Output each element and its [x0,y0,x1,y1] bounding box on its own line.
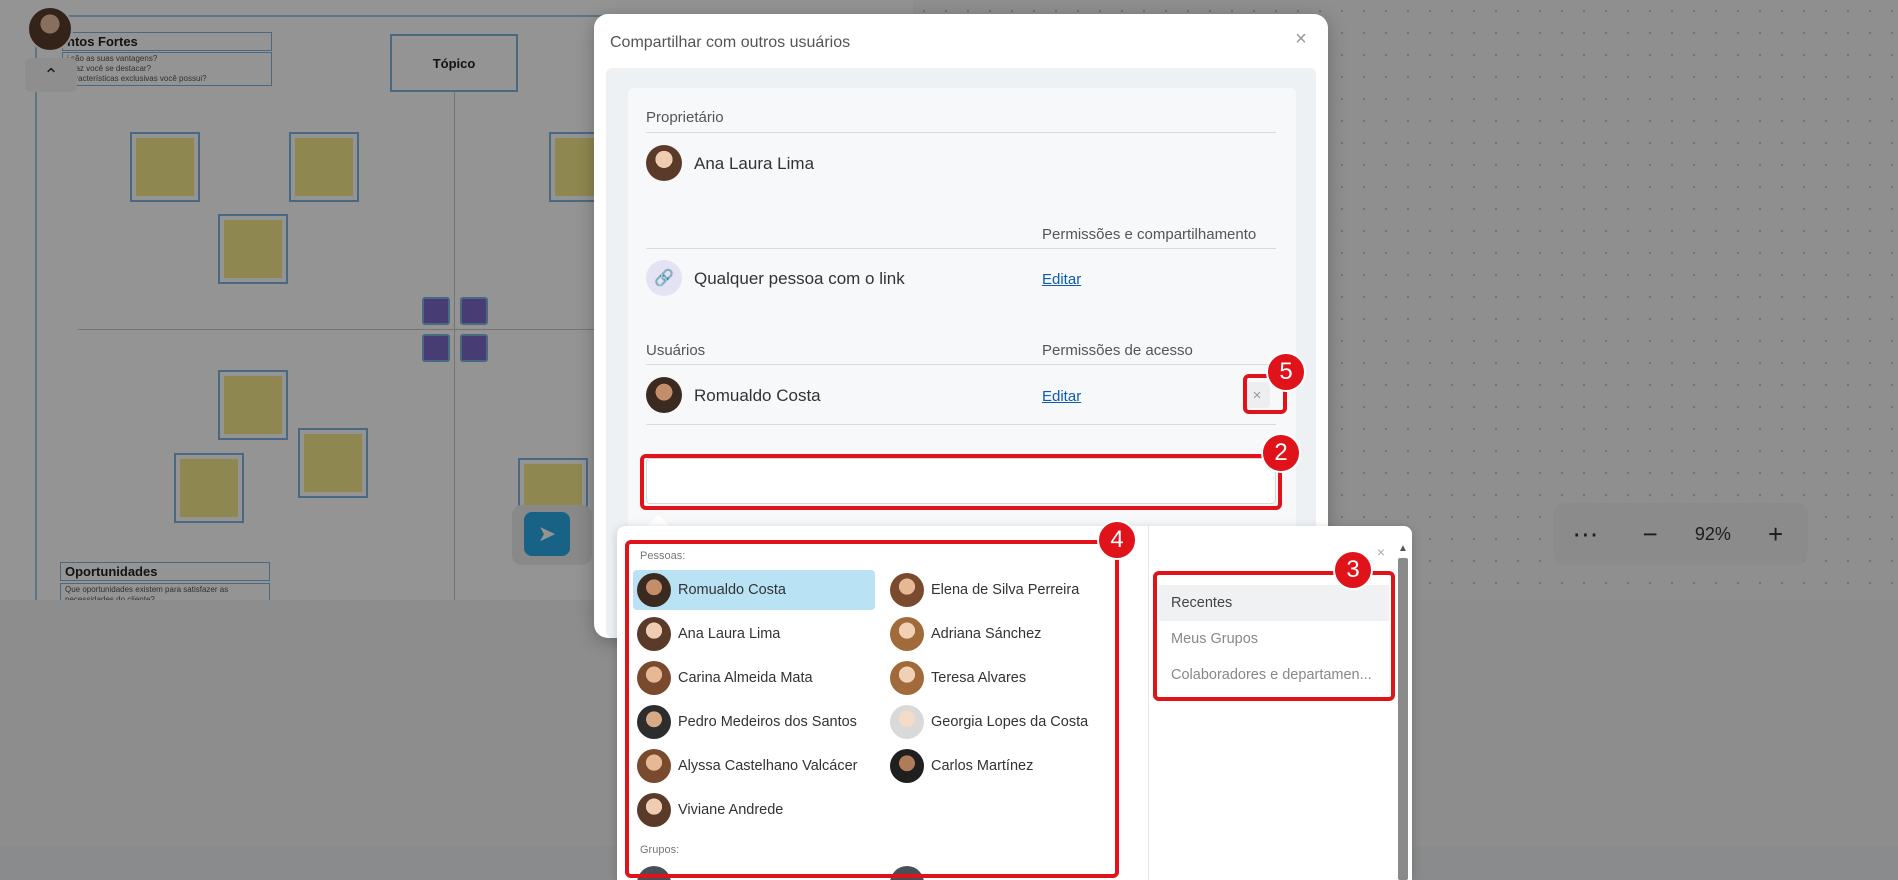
dropdown-divider [1148,526,1149,880]
owner-name: Ana Laura Lima [694,154,815,173]
divider [646,364,1276,365]
scroll-up-icon[interactable]: ▲ [1396,542,1410,556]
user-avatar [646,377,682,413]
annotation-badge: 5 [1266,352,1306,392]
dropdown-scrollbar[interactable] [1398,558,1408,880]
dialog-title: Compartilhar com outros usuários [610,34,851,51]
annotation-badge: 4 [1097,520,1137,560]
annotation-box-people [625,540,1119,878]
sharing-permissions-header: Permissões e compartilhamento [1042,226,1257,243]
annotation-badge: 2 [1261,433,1301,473]
owner-avatar [646,145,682,181]
annotation-box-categories [1153,571,1395,701]
owner-label: Proprietário [646,109,724,126]
link-access-text: Qualquer pessoa com o link [694,269,905,288]
annotation-box-search [640,454,1282,510]
divider [646,424,1276,425]
users-label: Usuários [646,342,706,359]
link-icon: 🔗 [646,260,682,296]
divider [646,132,1276,133]
divider [646,248,1276,249]
access-permissions-header: Permissões de acesso [1042,342,1193,359]
close-icon[interactable]: × [1373,544,1389,560]
close-icon[interactable]: × [1288,26,1314,52]
user-name: Romualdo Costa [694,386,821,405]
edit-link-permissions-link[interactable]: Editar [1042,271,1081,288]
edit-user-permissions-link[interactable]: Editar [1042,388,1081,405]
annotation-badge: 3 [1333,550,1373,590]
